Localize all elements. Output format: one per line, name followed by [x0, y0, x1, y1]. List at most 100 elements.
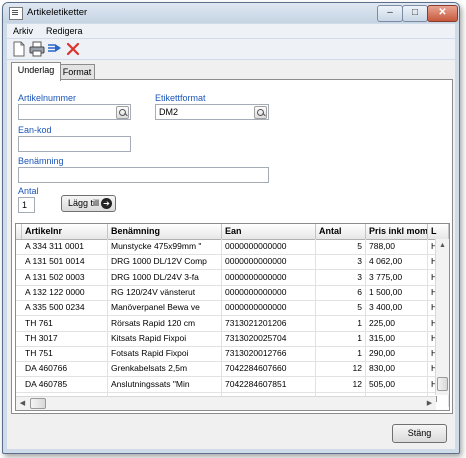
title-bar[interactable]: Artikeletiketter – □ ✕: [3, 3, 459, 23]
cell-pris[interactable]: 830,00: [366, 361, 428, 377]
cell-pris[interactable]: 3 400,00: [366, 300, 428, 316]
cell-antal[interactable]: 3: [316, 254, 366, 270]
cell-pris[interactable]: 505,00: [366, 376, 428, 392]
cell-pris[interactable]: 290,00: [366, 346, 428, 362]
cell-pris[interactable]: 788,00: [366, 239, 428, 254]
add-button[interactable]: Lägg till ➔: [61, 195, 116, 212]
col-antal[interactable]: Antal: [316, 224, 366, 239]
cell-benamning[interactable]: DRG 1000 DL/12V Comp: [108, 254, 222, 270]
cell-benamning[interactable]: Munstycke 475x99mm ": [108, 239, 222, 254]
table-row[interactable]: A 131 501 0014 DRG 1000 DL/12V Comp 000000…: [16, 254, 449, 271]
cell-artikelnr[interactable]: TH 751: [22, 346, 108, 362]
horizontal-scrollbar[interactable]: ◀ ▶: [16, 396, 436, 410]
menu-redigera[interactable]: Redigera: [46, 26, 83, 36]
cell-antal[interactable]: 1: [316, 315, 366, 331]
export-icon[interactable]: [47, 41, 63, 57]
cell-benamning[interactable]: Manöverpanel Bewa ve: [108, 300, 222, 316]
app-window: Artikeletiketter – □ ✕ Arkiv Redigera Un…: [2, 2, 460, 454]
menu-bar: Arkiv Redigera: [7, 24, 455, 38]
window-title: Artikeletiketter: [27, 7, 88, 18]
cell-artikelnr[interactable]: A 335 500 0234: [22, 300, 108, 316]
scroll-up-icon[interactable]: ▲: [436, 239, 449, 252]
cell-ean[interactable]: 7313021201206: [222, 315, 316, 331]
cell-benamning[interactable]: Rörsats Rapid 120 cm: [108, 315, 222, 331]
cell-benamning[interactable]: RG 120/24V vänsterut: [108, 284, 222, 300]
etikettformat-lookup-icon[interactable]: [254, 106, 267, 119]
col-l[interactable]: L: [428, 224, 449, 239]
print-icon[interactable]: [29, 41, 45, 57]
cell-artikelnr[interactable]: A 131 501 0014: [22, 254, 108, 270]
cell-pris[interactable]: 3 775,00: [366, 269, 428, 285]
delete-icon[interactable]: [65, 41, 81, 57]
cell-antal[interactable]: 12: [316, 361, 366, 377]
cell-pris[interactable]: 4 062,00: [366, 254, 428, 270]
artikelnummer-label: Artikelnummer: [18, 93, 77, 103]
cell-ean[interactable]: 0000000000000: [222, 254, 316, 270]
cell-ean[interactable]: 7042284607851: [222, 376, 316, 392]
cell-ean[interactable]: 7313020012766: [222, 346, 316, 362]
cell-antal[interactable]: 1: [316, 346, 366, 362]
table-row[interactable]: TH 761 Rörsats Rapid 120 cm 7313021201206 1…: [16, 315, 449, 332]
close-button[interactable]: Stäng: [392, 424, 447, 443]
ean-kod-label: Ean-kod: [18, 125, 52, 135]
antal-field[interactable]: 1: [18, 197, 35, 213]
table-row[interactable]: A 131 502 0003 DRG 1000 DL/24V 3-fa 000000…: [16, 269, 449, 286]
table-row[interactable]: TH 3017 Kitsats Rapid Fixpoi 7313020025704…: [16, 330, 449, 347]
cell-pris[interactable]: 1 500,00: [366, 284, 428, 300]
artikelnummer-field[interactable]: [18, 104, 131, 120]
cell-ean[interactable]: 0000000000000: [222, 300, 316, 316]
minimize-button[interactable]: –: [377, 5, 403, 22]
maximize-button[interactable]: □: [402, 5, 428, 22]
underlag-panel: Artikelnummer Etikettformat DM2 Ean-kod …: [11, 79, 453, 414]
scroll-left-icon[interactable]: ◀: [16, 397, 29, 410]
new-document-icon[interactable]: [11, 41, 27, 57]
cell-antal[interactable]: 5: [316, 300, 366, 316]
cell-ean[interactable]: 0000000000000: [222, 284, 316, 300]
vertical-scrollbar[interactable]: ▲: [435, 239, 449, 395]
cell-benamning[interactable]: Grenkabelsats 2,5m: [108, 361, 222, 377]
col-benamning[interactable]: Benämning: [108, 224, 222, 239]
horizontal-scroll-thumb[interactable]: [30, 398, 46, 409]
cell-benamning[interactable]: Fotsats Rapid Fixpoi: [108, 346, 222, 362]
cell-pris[interactable]: 225,00: [366, 315, 428, 331]
cell-artikelnr[interactable]: DA 460766: [22, 361, 108, 377]
table-row[interactable]: A 132 122 0000 RG 120/24V vänsterut 000000…: [16, 284, 449, 301]
menu-arkiv[interactable]: Arkiv: [13, 26, 33, 36]
cell-benamning[interactable]: Anslutningssats "Min: [108, 376, 222, 392]
vertical-scroll-thumb[interactable]: [437, 377, 448, 391]
cell-artikelnr[interactable]: A 334 311 0001: [22, 239, 108, 254]
ean-kod-field[interactable]: [18, 136, 131, 152]
cell-artikelnr[interactable]: A 132 122 0000: [22, 284, 108, 300]
table-row[interactable]: DA 460766 Grenkabelsats 2,5m 7042284607660…: [16, 361, 449, 378]
cell-ean[interactable]: 7313020025704: [222, 330, 316, 346]
cell-ean[interactable]: 0000000000000: [222, 269, 316, 285]
cell-artikelnr[interactable]: TH 3017: [22, 330, 108, 346]
etikettformat-field[interactable]: DM2: [155, 104, 269, 120]
cell-benamning[interactable]: Kitsats Rapid Fixpoi: [108, 330, 222, 346]
cell-benamning[interactable]: DRG 1000 DL/24V 3-fa: [108, 269, 222, 285]
cell-artikelnr[interactable]: TH 761: [22, 315, 108, 331]
artikelnummer-lookup-icon[interactable]: [116, 106, 129, 119]
cell-artikelnr[interactable]: DA 460785: [22, 376, 108, 392]
col-pris[interactable]: Pris inkl moms: [366, 224, 428, 239]
cell-ean[interactable]: 0000000000000: [222, 239, 316, 254]
cell-antal[interactable]: 3: [316, 269, 366, 285]
table-row[interactable]: A 334 311 0001 Munstycke 475x99mm " 000000…: [16, 239, 449, 255]
cell-ean[interactable]: 7042284607660: [222, 361, 316, 377]
cell-artikelnr[interactable]: A 131 502 0003: [22, 269, 108, 285]
close-window-button[interactable]: ✕: [427, 5, 458, 22]
cell-pris[interactable]: 315,00: [366, 330, 428, 346]
cell-antal[interactable]: 5: [316, 239, 366, 254]
benamning-label: Benämning: [18, 156, 64, 166]
table-row[interactable]: A 335 500 0234 Manöverpanel Bewa ve 000000…: [16, 300, 449, 317]
col-ean[interactable]: Ean: [222, 224, 316, 239]
cell-antal[interactable]: 1: [316, 330, 366, 346]
benamning-field[interactable]: [18, 167, 269, 183]
scroll-right-icon[interactable]: ▶: [423, 397, 436, 410]
table-row[interactable]: TH 751 Fotsats Rapid Fixpoi 7313020012766 1…: [16, 346, 449, 363]
cell-antal[interactable]: 6: [316, 284, 366, 300]
col-artikelnr[interactable]: Artikelnr: [22, 224, 108, 239]
cell-antal[interactable]: 12: [316, 376, 366, 392]
tab-underlag[interactable]: Underlag: [11, 62, 61, 81]
table-row[interactable]: DA 460785 Anslutningssats "Min 70422846078…: [16, 376, 449, 393]
